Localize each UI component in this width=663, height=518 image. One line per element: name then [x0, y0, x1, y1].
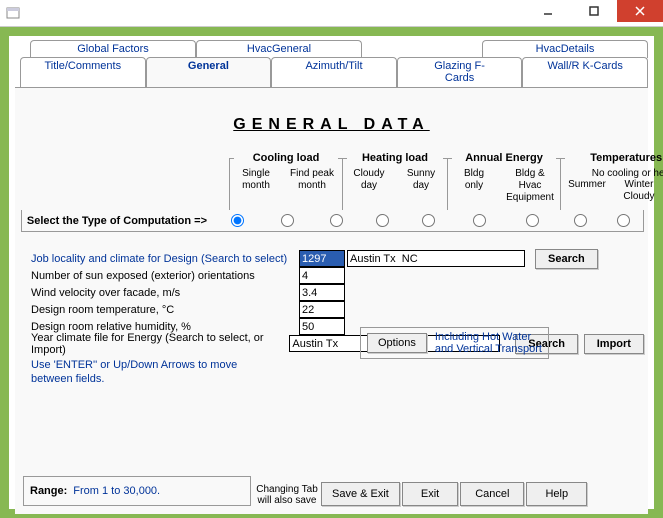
help-button[interactable]: Help — [526, 482, 587, 506]
input-rh[interactable] — [299, 318, 345, 335]
minimize-button[interactable] — [525, 0, 571, 22]
tab-general[interactable]: General — [146, 57, 272, 87]
range-value: From 1 to 30,000. — [73, 485, 160, 497]
tab-change-note: Changing Tab will also save — [255, 484, 319, 506]
options-link-text[interactable]: Including Hot Water and Vertical Transpo… — [435, 331, 542, 355]
tabs-row-lower: Title/Comments General Azimuth/Tilt Glaz… — [20, 57, 648, 87]
tab-glazing-f-cards[interactable]: Glazing F-Cards — [397, 57, 523, 87]
legend-heating: Heating load — [347, 152, 443, 164]
page-title: GENERAL DATA — [19, 116, 644, 134]
tab-global-factors[interactable]: Global Factors — [30, 40, 196, 58]
legend-annual: Annual Energy — [452, 152, 556, 164]
radio-cloudy-day[interactable] — [330, 214, 343, 227]
col-find-peak: Find peak month — [282, 168, 342, 192]
temps-subtitle: No cooling or heating — [561, 168, 663, 179]
col-cloudy-day: Cloudy day — [343, 168, 395, 192]
label-room-temp: Design room temperature, °C — [31, 304, 299, 316]
input-wind[interactable] — [299, 284, 345, 301]
tab-spacer — [362, 40, 482, 58]
radio-summer[interactable] — [526, 214, 539, 227]
group-heating-load: Heating load Cloudy day Sunny day — [342, 152, 447, 210]
legend-cooling: Cooling load — [234, 152, 338, 164]
label-job-locality: Job locality and climate for Design (Sea… — [31, 253, 299, 265]
footer: Range: From 1 to 30,000. Changing Tab wi… — [23, 476, 640, 506]
col-bldg-only: Bldg only — [448, 168, 500, 204]
label-orientations: Number of sun exposed (exterior) orienta… — [31, 270, 299, 282]
legend-temps: Temperatures only — [565, 152, 663, 164]
computation-type-groups: Cooling load Single month Find peak mont… — [19, 152, 644, 210]
titlebar — [0, 0, 663, 27]
radio-sunny-day[interactable] — [376, 214, 389, 227]
col-bldg-hvac: Bldg & Hvac Equipment — [500, 168, 560, 204]
computation-select-row: Select the Type of Computation => — [21, 210, 644, 232]
radio-single-month[interactable] — [231, 214, 244, 227]
radio-find-peak[interactable] — [281, 214, 294, 227]
input-room-temp[interactable] — [299, 301, 345, 318]
save-exit-button[interactable]: Save & Exit — [321, 482, 400, 506]
label-climate-file: Year climate file for Energy (Search to … — [31, 332, 289, 356]
radio-temps-sunny[interactable] — [617, 214, 630, 227]
input-locality-code[interactable] — [299, 250, 345, 267]
range-box: Range: From 1 to 30,000. — [23, 476, 251, 506]
tab-hvac-details[interactable]: HvacDetails — [482, 40, 648, 58]
search-locality-button[interactable]: Search — [535, 249, 598, 269]
tab-wall-r-k-cards[interactable]: Wall/R K-Cards — [522, 57, 648, 87]
radio-bldg-hvac[interactable] — [473, 214, 486, 227]
input-locality-name[interactable] — [347, 250, 525, 267]
hint-text: Use 'ENTER'' or Up/Down Arrows to move b… — [19, 358, 644, 386]
options-button[interactable]: Options — [367, 333, 427, 353]
col-summer: Summer — [561, 179, 613, 203]
import-climate-button[interactable]: Import — [584, 334, 644, 354]
range-label: Range: — [30, 485, 67, 497]
exit-button[interactable]: Exit — [402, 482, 458, 506]
app-window: Global Factors HvacGeneral HvacDetails T… — [0, 0, 663, 518]
group-cooling-load: Cooling load Single month Find peak mont… — [229, 152, 342, 210]
tab-content: GENERAL DATA Cooling load Single month F… — [15, 87, 648, 514]
form-area: Job locality and climate for Design (Sea… — [19, 250, 644, 352]
group-annual-energy: Annual Energy Bldg only Bldg & Hvac Equi… — [447, 152, 560, 210]
tab-title-comments[interactable]: Title/Comments — [20, 57, 146, 87]
col-single-month: Single month — [230, 168, 282, 192]
radio-bldg-only[interactable] — [422, 214, 435, 227]
options-box: Options Including Hot Water and Vertical… — [360, 327, 549, 359]
app-icon — [6, 6, 20, 20]
group-temperatures-only: Temperatures only No cooling or heating … — [560, 152, 663, 210]
col-winter-cloudy: Winter Cloudy — [613, 179, 663, 203]
input-orientations[interactable] — [299, 267, 345, 284]
select-computation-label: Select the Type of Computation => — [22, 215, 213, 227]
label-wind: Wind velocity over facade, m/s — [31, 287, 299, 299]
maximize-button[interactable] — [571, 0, 617, 22]
tab-azimuth-tilt[interactable]: Azimuth/Tilt — [271, 57, 397, 87]
col-sunny-day: Sunny day — [395, 168, 447, 192]
tab-hvac-general[interactable]: HvacGeneral — [196, 40, 362, 58]
close-button[interactable] — [617, 0, 663, 22]
tabs-row-upper: Global Factors HvacGeneral HvacDetails — [30, 40, 648, 58]
cancel-button[interactable]: Cancel — [460, 482, 524, 506]
radio-winter-cloudy[interactable] — [574, 214, 587, 227]
